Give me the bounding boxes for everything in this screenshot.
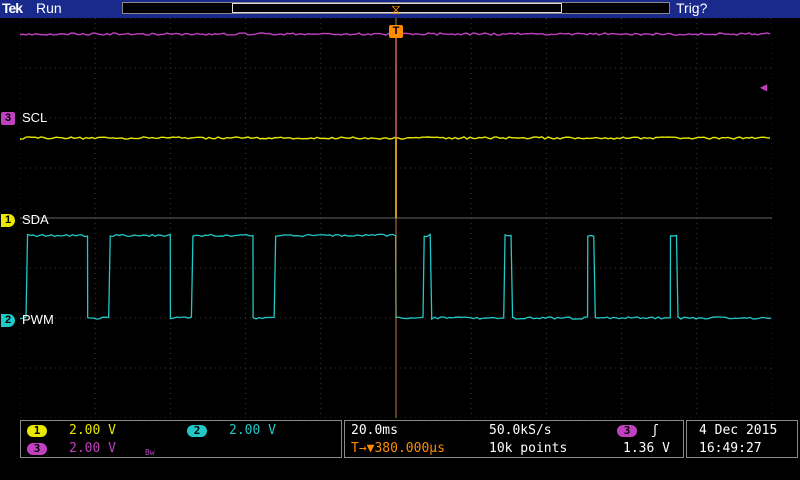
trigger-source-badge: 3 — [617, 425, 637, 437]
ch2-label: PWM — [22, 312, 54, 327]
ch2-badge: 2 — [187, 425, 207, 437]
bandwidth-limit-icon: Bw — [145, 445, 155, 460]
trigger-position-marker[interactable]: T — [389, 25, 403, 38]
record-length: 10k points — [489, 441, 567, 456]
timebase: 20.0ms — [351, 423, 398, 438]
date: 4 Dec 2015 — [699, 423, 777, 438]
horizontal-trigger-panel[interactable]: 20.0ms 50.0kS/s T→▼380.000µs 10k points … — [344, 420, 684, 458]
ch3-marker[interactable]: 3 — [1, 112, 15, 125]
ch1-marker[interactable]: 1 — [1, 214, 15, 227]
acquisition-status: Run — [36, 0, 62, 16]
trigger-slope-icon: ʃ — [651, 423, 659, 438]
trigger-point-icon[interactable]: ⧖ — [391, 2, 401, 18]
trigger-status: Trig? — [676, 0, 707, 16]
time: 16:49:27 — [699, 441, 762, 456]
waveform-display — [20, 18, 772, 418]
trigger-level-marker-icon[interactable]: ◀ — [760, 80, 767, 94]
ch3-badge: 3 — [27, 443, 47, 455]
ch2-scale: 2.00 V — [229, 423, 276, 438]
ch3-scale: 2.00 V — [69, 441, 116, 456]
trigger-level: 1.36 V — [623, 441, 670, 456]
date-time-panel: 4 Dec 2015 16:49:27 — [686, 420, 798, 458]
ch1-scale: 2.00 V — [69, 423, 116, 438]
ch3-label: SCL — [22, 110, 47, 125]
ch1-label: SDA — [22, 212, 49, 227]
ch2-marker[interactable]: 2 — [1, 314, 15, 327]
brand-logo: Tek — [2, 0, 22, 16]
trigger-position: T→▼380.000µs — [351, 441, 445, 456]
sample-rate: 50.0kS/s — [489, 423, 552, 438]
vertical-scale-panel[interactable]: 1 2.00 V 2 2.00 V 3 2.00 V Bw — [20, 420, 342, 458]
ch1-badge: 1 — [27, 425, 47, 437]
